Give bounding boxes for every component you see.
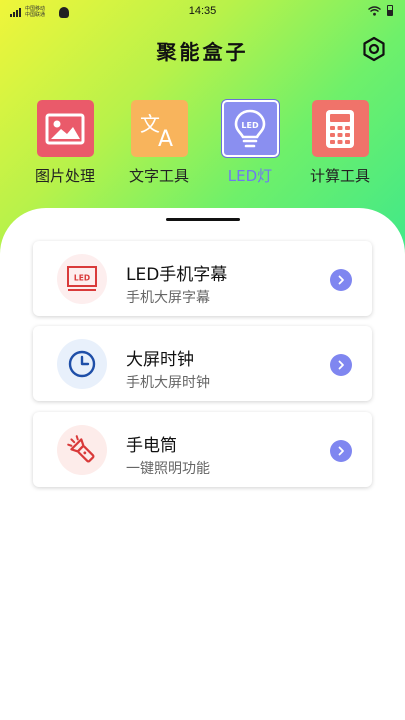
app-title: 聚能盒子 — [156, 40, 249, 64]
card-big-clock[interactable]: 大屏时钟 手机大屏时钟 — [33, 326, 372, 401]
svg-text:文: 文 — [140, 112, 160, 136]
chevron-right-icon[interactable] — [330, 354, 352, 376]
sheet-handle[interactable] — [166, 218, 240, 221]
settings-icon[interactable] — [361, 36, 387, 62]
wifi-icon — [368, 5, 381, 16]
card-subtitle: 手机大屏字幕 — [126, 290, 210, 306]
tool-label: 计算工具 — [309, 167, 370, 185]
status-bar: 中国移动 中国联通 14:35 — [0, 0, 405, 24]
tool-label: 图片处理 — [34, 167, 95, 185]
svg-text:LED: LED — [74, 274, 90, 283]
card-title: 大屏时钟 — [126, 350, 194, 370]
card-subtitle: 一键照明功能 — [126, 461, 210, 477]
card-subtitle: 手机大屏时钟 — [126, 375, 210, 391]
card-led-subtitle[interactable]: LED LED手机字幕 手机大屏字幕 — [33, 241, 372, 316]
led-bulb-icon: LED — [221, 100, 279, 157]
status-right — [368, 5, 393, 16]
card-title: 手电筒 — [126, 436, 177, 456]
image-icon — [36, 100, 94, 157]
svg-text:LED: LED — [241, 121, 259, 130]
translate-icon: 文 A — [130, 100, 188, 157]
tool-calculator[interactable]: 计算工具 — [295, 100, 385, 186]
chevron-right-icon[interactable] — [330, 269, 352, 291]
battery-icon — [387, 5, 393, 16]
chevron-right-icon[interactable] — [330, 440, 352, 462]
card-title: LED手机字幕 — [126, 265, 228, 285]
led-screen-icon: LED — [57, 254, 107, 304]
clock-icon — [57, 339, 107, 389]
tool-label: 文字工具 — [128, 167, 189, 185]
flashlight-icon — [57, 425, 107, 475]
svg-text:A: A — [158, 127, 173, 149]
calculator-icon — [311, 100, 369, 157]
tool-text-tools[interactable]: 文 A 文字工具 — [114, 100, 204, 186]
tool-label: LED灯 — [227, 167, 273, 185]
tool-image-processing[interactable]: 图片处理 — [20, 100, 110, 186]
card-flashlight[interactable]: 手电筒 一键照明功能 — [33, 412, 372, 487]
tool-led-light[interactable]: LED LED灯 — [205, 100, 295, 186]
status-time: 14:35 — [188, 5, 217, 17]
